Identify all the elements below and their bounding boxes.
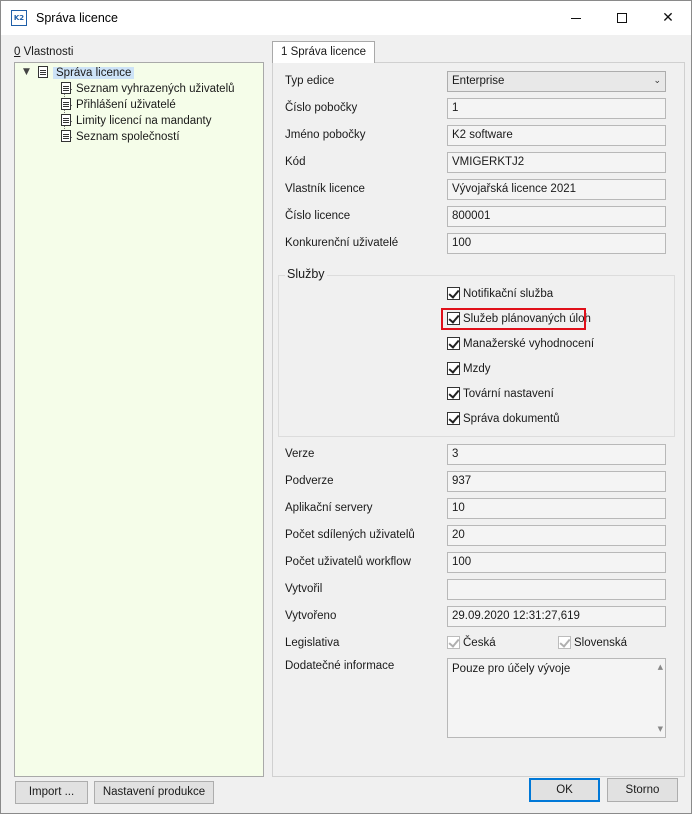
checkbox-checked-icon [447, 387, 460, 400]
version-label: Verze [285, 448, 315, 460]
maximize-button[interactable] [599, 1, 645, 35]
minimize-icon [571, 17, 581, 19]
additional-info-value: Pouze pro účely vývoje [452, 663, 571, 675]
close-button[interactable]: ✕ [645, 1, 691, 35]
subversion-label: Podverze [285, 475, 334, 487]
checkbox-checked-icon [558, 636, 571, 649]
checkbox-checked-icon [447, 287, 460, 300]
app-logo-icon: K2 [11, 10, 27, 26]
workflow-users-label: Počet uživatelů workflow [285, 556, 411, 568]
import-button[interactable]: Import ... [15, 781, 88, 804]
app-servers-label: Aplikační servery [285, 502, 373, 514]
scroll-down-icon[interactable]: ▼ [658, 725, 663, 733]
document-icon [61, 82, 71, 94]
additional-info-label: Dodatečné informace [285, 660, 395, 672]
app-servers-field[interactable]: 10 [447, 498, 666, 519]
tree-item-logged-users[interactable]: Přihlášení uživatelé [61, 97, 176, 113]
concurrent-users-label: Konkurenční uživatelé [285, 237, 399, 249]
document-icon [61, 98, 71, 110]
chevron-down-icon: ⌄ [653, 76, 661, 86]
checkbox-checked-icon [447, 412, 460, 425]
tree-item-reserved-users[interactable]: Seznam vyhrazených uživatelů [61, 81, 235, 97]
checkbox-checked-icon [447, 636, 460, 649]
branch-name-field[interactable]: K2 software [447, 125, 666, 146]
created-by-field[interactable] [447, 579, 666, 600]
branch-name-label: Jméno pobočky [285, 129, 366, 141]
service-management-evaluation-checkbox[interactable]: Manažerské vyhodnocení [447, 337, 594, 353]
edition-value: Enterprise [452, 75, 505, 87]
service-document-management-checkbox[interactable]: Správa dokumentů [447, 412, 560, 428]
license-owner-field[interactable]: Vývojařská licence 2021 [447, 179, 666, 200]
subversion-field[interactable]: 937 [447, 471, 666, 492]
version-field[interactable]: 3 [447, 444, 666, 465]
tree-item-root[interactable]: Správa licence [38, 65, 135, 81]
services-group-title: Služby [285, 267, 327, 281]
collapse-chevron-icon[interactable]: ▼ [23, 67, 30, 77]
scroll-up-icon[interactable]: ▲ [658, 663, 663, 671]
tree-item-companies[interactable]: Seznam společností [61, 129, 180, 145]
edition-label: Typ edice [285, 75, 335, 87]
code-label: Kód [285, 156, 306, 168]
service-notification-checkbox[interactable]: Notifikační služba [447, 287, 553, 303]
service-payroll-checkbox[interactable]: Mzdy [447, 362, 490, 378]
workflow-users-field[interactable]: 100 [447, 552, 666, 573]
window-title: Správa licence [36, 11, 118, 25]
properties-label: 0 Vlastnosti [14, 46, 74, 58]
checkbox-checked-icon [447, 362, 460, 375]
close-icon: ✕ [662, 10, 674, 26]
concurrent-users-field[interactable]: 100 [447, 233, 666, 254]
branch-number-field[interactable]: 1 [447, 98, 666, 119]
license-number-label: Číslo licence [285, 210, 351, 222]
highlight-box [441, 308, 586, 330]
license-owner-label: Vlastník licence [285, 183, 365, 195]
checkbox-checked-icon [447, 337, 460, 350]
created-at-label: Vytvořeno [285, 610, 337, 622]
created-by-label: Vytvořil [285, 583, 323, 595]
title-bar: K2 Správa licence ✕ [1, 1, 691, 35]
shared-users-label: Počet sdílených uživatelů [285, 529, 415, 541]
additional-info-textarea[interactable]: Pouze pro účely vývoje ▲ ▼ [447, 658, 666, 738]
service-factory-settings-checkbox[interactable]: Tovární nastavení [447, 387, 554, 403]
cancel-button[interactable]: Storno [607, 778, 678, 802]
legislation-label: Legislativa [285, 637, 340, 649]
license-window: K2 Správa licence ✕ 0 Vlastnosti ▼ Správ… [0, 0, 692, 814]
branch-number-label: Číslo pobočky [285, 102, 358, 114]
document-icon [38, 66, 48, 78]
legislation-czech-checkbox[interactable]: Česká [447, 636, 496, 652]
ok-button[interactable]: OK [529, 778, 600, 802]
properties-tree[interactable]: ▼ Správa licence Seznam vyhrazených uživ… [14, 62, 264, 777]
license-number-field[interactable]: 800001 [447, 206, 666, 227]
maximize-icon [617, 13, 627, 23]
legislation-slovak-checkbox[interactable]: Slovenská [558, 636, 627, 652]
code-field[interactable]: VMIGERKTJ2 [447, 152, 666, 173]
document-icon [61, 114, 71, 126]
edition-select[interactable]: Enterprise ⌄ [447, 71, 666, 92]
tree-item-license-limits[interactable]: Limity licencí na mandanty [61, 113, 212, 129]
shared-users-field[interactable]: 20 [447, 525, 666, 546]
tab-license-management[interactable]: 1 Správa licence [272, 41, 375, 63]
production-settings-button[interactable]: Nastavení produkce [94, 781, 214, 804]
minimize-button[interactable] [553, 1, 599, 35]
created-at-field[interactable]: 29.09.2020 12:31:27,619 [447, 606, 666, 627]
document-icon [61, 130, 71, 142]
